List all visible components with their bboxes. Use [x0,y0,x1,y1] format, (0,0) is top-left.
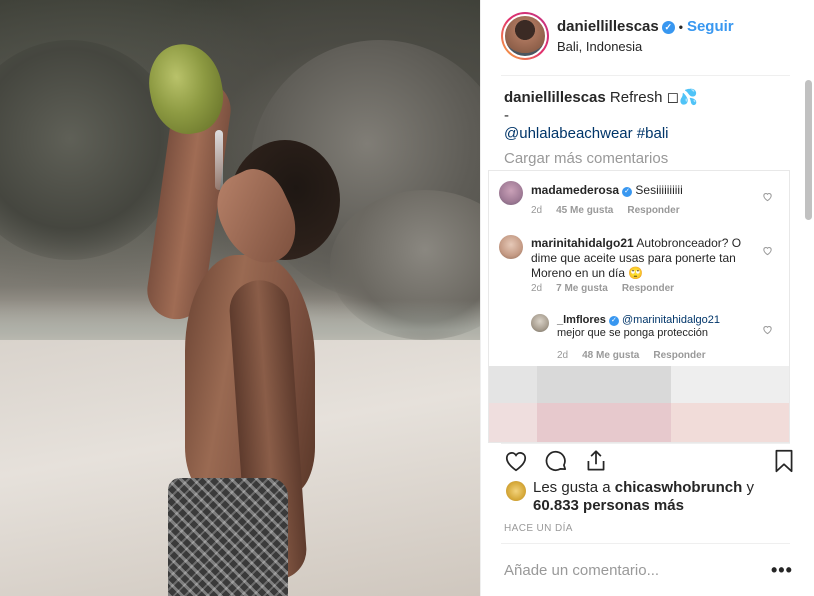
comment-like-icon[interactable] [761,245,773,257]
comment-body: marinitahidalgo21 Autobronceador? O dime… [531,236,743,281]
comment-likes[interactable]: 45 Me gusta [556,205,613,216]
comment-text: mejor que se ponga protección [557,327,709,339]
caption-text: Refresh ◻💦 [609,89,698,106]
loading-placeholder [489,403,789,442]
likes-connector: y [746,479,754,496]
comment-input[interactable]: Añade un comentario... [504,562,659,579]
separator-dot: • [678,20,683,34]
comment-username[interactable]: marinitahidalgo21 [531,236,634,250]
placeholder-tile [489,403,537,442]
placeholder-tile [537,366,671,403]
comment-likes[interactable]: 48 Me gusta [582,350,639,361]
comment-item: madamederosa ✓ Sesiiiiiiiiii 2d 45 Me gust… [499,181,789,226]
placeholder-tile [671,366,789,403]
comment-body: madamederosa ✓ Sesiiiiiiiiii [531,183,751,198]
comment-mention[interactable]: @marinitahidalgo21 [622,314,720,326]
comment-age: 2d [557,350,569,361]
comments-scrollbar[interactable] [804,76,813,440]
comment-input-divider [501,543,790,544]
comment-age: 2d [531,283,543,294]
header-divider [501,75,790,76]
placeholder-tile [671,403,789,442]
avatar[interactable] [501,12,549,60]
comment-username[interactable]: madamederosa [531,183,619,197]
comment-reply-item: _lmflores ✓ @marinitahidalgo21 mejor que … [531,314,789,364]
comment-meta: 2d 48 Me gusta Responder [557,348,720,363]
caption-username[interactable]: daniellillescas [504,89,606,106]
comment-age: 2d [531,205,543,216]
liker-username[interactable]: chicaswhobrunch [615,479,743,496]
author-username[interactable]: daniellillescas [557,18,659,35]
reply-button[interactable]: Responder [627,205,679,216]
reply-button[interactable]: Responder [622,283,674,294]
action-bar [481,443,814,483]
comment-meta: 2d 7 Me gusta Responder [531,281,688,296]
location-link[interactable]: Bali, Indonesia [557,39,642,54]
water-stream [215,130,223,190]
caption-dash: - [504,107,509,124]
placeholder-tile [537,403,671,442]
comment-text: Sesiiiiiiiiii [635,183,683,197]
loading-placeholder [489,366,789,403]
scrollbar-thumb[interactable] [805,80,812,220]
post-side-panel: daniellillescas ✓ • Seguir Bali, Indonesia … [480,0,814,596]
comment-like-icon[interactable] [761,191,773,203]
reply-button[interactable]: Responder [653,350,705,361]
comment-username[interactable]: _lmflores [557,314,606,326]
commenter-avatar[interactable] [531,314,549,332]
swim-shorts [168,478,288,596]
avatar-image [503,14,547,58]
verified-icon: ✓ [661,21,675,34]
likes-count[interactable]: 60.833 personas más [533,497,684,514]
liker-avatar[interactable] [506,481,526,501]
placeholder-tile [489,366,537,403]
caption-tags[interactable]: @uhlalabeachwear #bali [504,125,669,142]
comment-like-icon[interactable] [761,324,773,336]
verified-icon: ✓ [608,316,619,326]
post-header: daniellillescas ✓ • Seguir Bali, Indonesia [481,0,814,76]
likes-prefix: Les gusta a [533,479,611,496]
commenter-avatar[interactable] [499,235,523,259]
likes-text: Les gusta a chicaswhobrunch y 60.833 per… [533,479,793,515]
heart-icon[interactable] [503,448,529,474]
post-photo[interactable] [0,0,480,596]
comment-icon[interactable] [543,448,569,474]
comment-body: _lmflores ✓ @marinitahidalgo21 mejor que … [557,314,747,340]
more-options-icon[interactable]: ••• [771,560,793,581]
verified-icon: ✓ [622,187,633,197]
caption: daniellillescas Refresh ◻💦 - @uhlalabeac… [504,89,784,143]
bookmark-icon[interactable] [771,448,797,474]
share-icon[interactable] [583,448,609,474]
load-more-comments-button[interactable]: Cargar más comentarios [504,150,668,167]
commenter-avatar[interactable] [499,181,523,205]
comment-item: marinitahidalgo21 Autobronceador? O dime… [499,235,789,305]
comments-list[interactable]: madamederosa ✓ Sesiiiiiiiiii 2d 45 Me gust… [488,170,790,443]
comment-likes[interactable]: 7 Me gusta [556,283,608,294]
post-timestamp[interactable]: HACE UN DÍA [504,523,573,534]
comment-meta: 2d 45 Me gusta Responder [531,203,694,218]
follow-button[interactable]: Seguir [687,18,734,35]
post-header-line: daniellillescas ✓ • Seguir [557,18,734,35]
